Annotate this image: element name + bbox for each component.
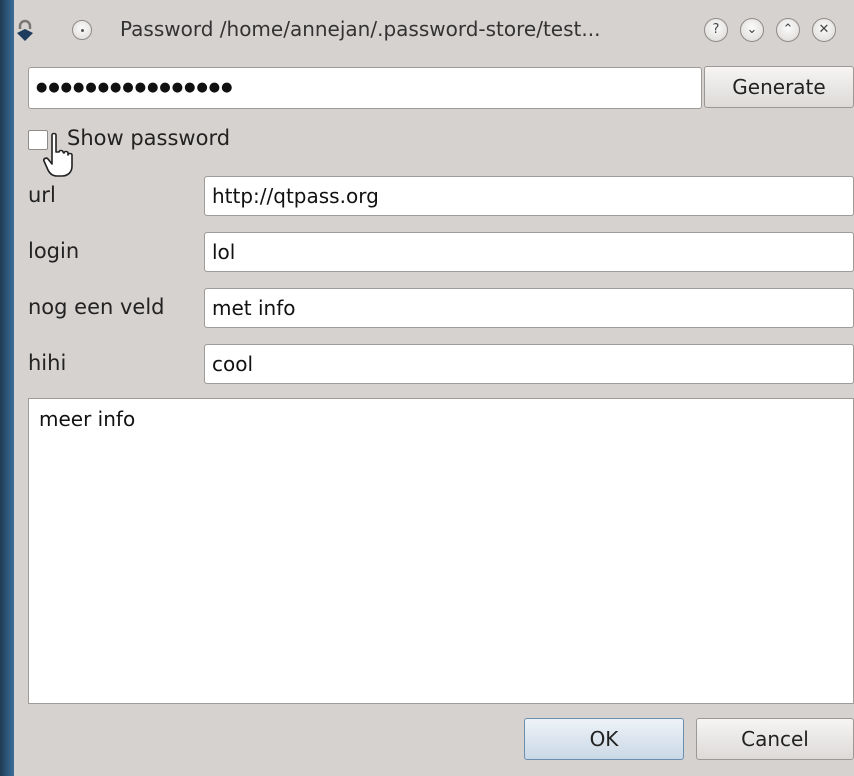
minimize-button[interactable]: ⌄ (740, 18, 764, 42)
desktop-window-frame (0, 0, 14, 776)
hand-pointer-cursor-icon (43, 132, 73, 177)
maximize-button[interactable]: ⌃ (776, 18, 800, 42)
field-label-url: url (28, 183, 56, 207)
help-button[interactable]: ? (704, 18, 728, 42)
password-input[interactable]: ●●●●●●●●●●●●●●●● (28, 67, 702, 109)
url-field[interactable]: http://qtpass.org (204, 176, 854, 216)
field-label-hihi: hihi (28, 351, 67, 375)
generate-button[interactable]: Generate (704, 66, 854, 108)
window-menu-button[interactable] (72, 20, 92, 40)
notes-textarea[interactable]: meer info (28, 398, 854, 704)
window-title: Password /home/annejan/.password-store/t… (120, 17, 601, 41)
nog-een-veld-field[interactable]: met info (204, 288, 854, 328)
field-label-nog-een-veld: nog een veld (28, 295, 165, 319)
lock-icon[interactable] (14, 19, 36, 41)
hihi-field[interactable]: cool (204, 344, 854, 384)
close-button[interactable]: ✕ (812, 18, 836, 42)
field-label-login: login (28, 239, 80, 263)
cancel-button[interactable]: Cancel (696, 718, 854, 760)
login-field[interactable]: lol (204, 232, 854, 272)
title-bar[interactable]: Password /home/annejan/.password-store/t… (14, 0, 854, 56)
ok-button[interactable]: OK (524, 718, 684, 760)
show-password-label[interactable]: Show password (67, 126, 230, 150)
password-dialog: Password /home/annejan/.password-store/t… (14, 0, 854, 776)
